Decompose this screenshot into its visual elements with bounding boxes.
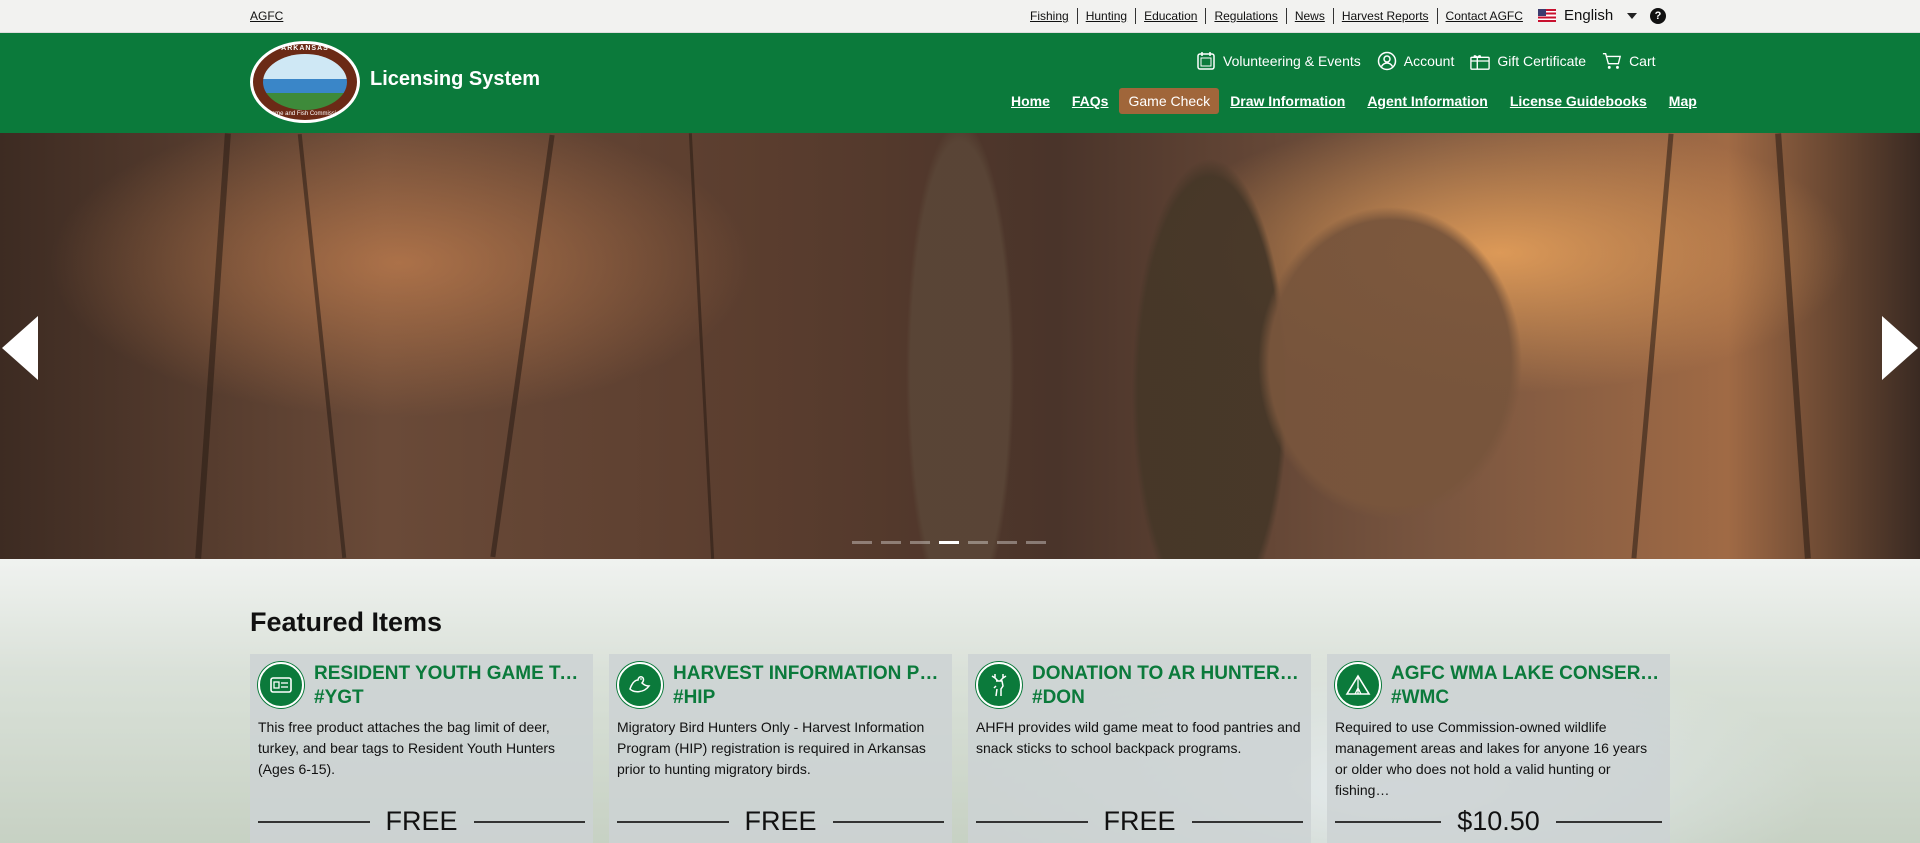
tree-trunk <box>1631 133 1674 559</box>
chevron-down-icon <box>1627 12 1638 19</box>
site-header: ARKANSAS Game and Fish Commission Licens… <box>0 33 1920 133</box>
cart-link[interactable]: Cart <box>1602 51 1656 71</box>
carousel-next-arrow-icon[interactable] <box>1882 316 1918 380</box>
card-price-value: FREE <box>385 806 458 836</box>
logo-bottom-text: Game and Fish Commission <box>267 111 343 117</box>
carousel-dot[interactable] <box>997 541 1017 544</box>
us-flag-icon <box>1538 9 1556 22</box>
site-title: Licensing System <box>370 68 541 90</box>
carousel-dot[interactable] <box>852 541 872 544</box>
tree-trunk <box>1775 133 1811 559</box>
card-code: #DON <box>1032 687 1085 708</box>
featured-card-wmc[interactable]: AGFC WMA LAKE CONSERVATION #WMC Required… <box>1327 654 1670 843</box>
hero-carousel <box>0 133 1920 559</box>
featured-card-ygt[interactable]: RESIDENT YOUTH GAME TAGS #YGT This free … <box>250 654 593 843</box>
top-links-container: Fishing Hunting Education Regulations Ne… <box>0 0 1920 33</box>
tree-trunk <box>297 133 347 559</box>
card-price-value: FREE <box>744 806 817 836</box>
featured-card-don[interactable]: DONATION TO AR HUNTERS FEEDING THE HUNGR… <box>968 654 1311 843</box>
tree-trunk <box>688 133 715 559</box>
card-title: AGFC WMA LAKE CONSERVATION <box>1391 663 1662 684</box>
featured-cards: RESIDENT YOUTH GAME TAGS #YGT This free … <box>250 654 1686 843</box>
card-price: FREE <box>258 806 586 837</box>
card-code: #YGT <box>314 687 364 708</box>
card-price-value: $10.50 <box>1457 806 1540 836</box>
top-utility-bar: AGFC Fishing Hunting Education Regulatio… <box>0 0 1920 33</box>
carousel-dot[interactable] <box>968 541 988 544</box>
carousel-dot[interactable] <box>1026 541 1046 544</box>
top-link-harvest-reports[interactable]: Harvest Reports <box>1334 8 1438 24</box>
logo-top-text: ARKANSAS <box>281 45 329 52</box>
user-circle-icon <box>1377 51 1397 71</box>
nav-draw-information[interactable]: Draw Information <box>1230 93 1345 109</box>
top-link-hunting[interactable]: Hunting <box>1078 8 1137 24</box>
cart-label: Cart <box>1629 53 1656 69</box>
cart-icon <box>1602 53 1622 69</box>
card-code: #WMC <box>1391 687 1450 708</box>
top-links: Fishing Hunting Education Regulations Ne… <box>1022 8 1531 24</box>
duck-icon <box>617 662 663 708</box>
card-price-value: FREE <box>1103 806 1176 836</box>
card-title: HARVEST INFORMATION PROGRAM <box>673 663 944 684</box>
card-description: Required to use Commission-owned wildlif… <box>1335 719 1648 798</box>
nav-agent-information[interactable]: Agent Information <box>1367 93 1488 109</box>
agfc-logo[interactable]: ARKANSAS Game and Fish Commission <box>250 41 360 123</box>
language-label: English <box>1564 7 1614 24</box>
utility-nav: Volunteering & Events Account Gift Certi… <box>1196 51 1672 71</box>
featured-section: Featured Items RESIDENT YOUTH GAME TAGS … <box>0 559 1920 843</box>
account-link[interactable]: Account <box>1377 51 1455 71</box>
top-link-news[interactable]: News <box>1287 8 1334 24</box>
tree-trunk <box>490 134 555 558</box>
card-code: #HIP <box>673 687 716 708</box>
id-card-icon <box>258 662 304 708</box>
carousel-indicators <box>852 541 1055 544</box>
calendar-icon <box>1197 52 1215 70</box>
card-price: $10.50 <box>1335 806 1662 837</box>
gift-icon <box>1470 55 1491 70</box>
language-selector[interactable]: English <box>1538 7 1638 24</box>
top-link-contact[interactable]: Contact AGFC <box>1438 8 1531 24</box>
top-link-fishing[interactable]: Fishing <box>1022 8 1078 24</box>
card-description: AHFH provides wild game meat to food pan… <box>976 719 1301 756</box>
card-description: This free product attaches the bag limit… <box>258 719 556 777</box>
main-nav: Home FAQs Game Check Draw Information Ag… <box>1000 88 1708 114</box>
gift-certificate-label: Gift Certificate <box>1497 53 1587 69</box>
gift-certificate-link[interactable]: Gift Certificate <box>1470 51 1586 71</box>
deer-icon <box>976 662 1022 708</box>
top-link-education[interactable]: Education <box>1136 8 1207 24</box>
logo-scene <box>263 54 347 110</box>
nav-game-check[interactable]: Game Check <box>1119 88 1220 114</box>
tree-trunk <box>195 133 231 559</box>
card-title: RESIDENT YOUTH GAME TAGS <box>314 663 585 684</box>
carousel-prev-arrow-icon[interactable] <box>2 316 38 380</box>
carousel-dot[interactable] <box>881 541 901 544</box>
card-description: Migratory Bird Hunters Only - Harvest In… <box>617 719 926 777</box>
top-link-regulations[interactable]: Regulations <box>1206 8 1287 24</box>
carousel-dot[interactable] <box>910 541 930 544</box>
tent-icon <box>1335 662 1381 708</box>
nav-map[interactable]: Map <box>1669 93 1697 109</box>
card-price: FREE <box>976 806 1304 837</box>
nav-home[interactable]: Home <box>1011 93 1050 109</box>
volunteering-label: Volunteering & Events <box>1223 53 1361 69</box>
nav-license-guidebooks[interactable]: License Guidebooks <box>1510 93 1647 109</box>
help-icon[interactable]: ? <box>1650 8 1666 24</box>
account-label: Account <box>1403 53 1455 69</box>
carousel-dot-active[interactable] <box>939 541 959 544</box>
featured-title: Featured Items <box>250 607 443 637</box>
featured-card-hip[interactable]: HARVEST INFORMATION PROGRAM #HIP Migrato… <box>609 654 952 843</box>
nav-faqs[interactable]: FAQs <box>1072 93 1109 109</box>
volunteering-link[interactable]: Volunteering & Events <box>1196 51 1361 71</box>
card-price: FREE <box>617 806 945 837</box>
card-title: DONATION TO AR HUNTERS FEEDING THE HUNGR… <box>1032 663 1303 684</box>
